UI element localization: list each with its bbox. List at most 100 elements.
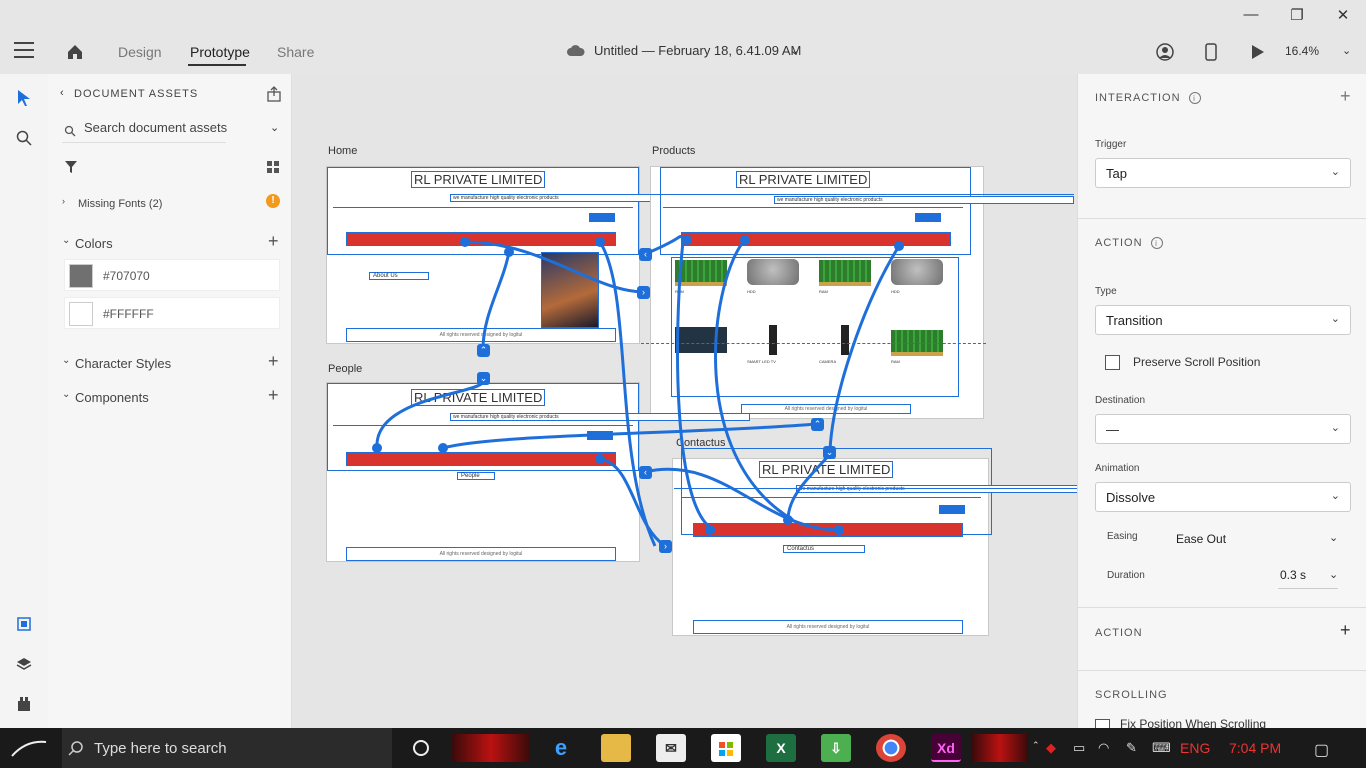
connector-arrow-left-icon[interactable]: ‹: [639, 248, 652, 261]
color-swatch-row[interactable]: #707070: [64, 259, 280, 291]
connector-arrow-up-icon[interactable]: ⌃: [811, 418, 824, 431]
search-assets-input[interactable]: Search document assets: [84, 120, 264, 135]
tagline: we manufacture high quality electronic p…: [774, 196, 1074, 204]
duration-input[interactable]: 0.3 s: [1280, 568, 1306, 582]
preserve-scroll-checkbox[interactable]: [1105, 355, 1120, 370]
search-divider: [62, 142, 226, 143]
play-icon[interactable]: [1251, 44, 1265, 60]
fix-position-checkbox[interactable]: [1095, 719, 1110, 728]
missing-fonts-item[interactable]: Missing Fonts (2): [78, 198, 162, 210]
tab-share[interactable]: Share: [277, 44, 314, 60]
artboard-title: RL PRIVATE LIMITED: [759, 461, 894, 478]
notification-icon[interactable]: ▢: [1314, 740, 1329, 760]
preserve-scroll-label: Preserve Scroll Position: [1133, 355, 1261, 369]
add-color-plus-icon[interactable]: +: [268, 231, 279, 252]
easing-select[interactable]: Ease Out: [1176, 532, 1226, 546]
artboard-title: RL PRIVATE LIMITED: [411, 171, 546, 188]
minimize-icon[interactable]: —: [1236, 6, 1266, 23]
building-image: [541, 252, 599, 328]
type-select[interactable]: Transition ⌄: [1095, 305, 1351, 335]
add-interaction-plus-icon[interactable]: +: [1340, 86, 1351, 107]
info-icon[interactable]: i: [1150, 237, 1163, 250]
info-icon[interactable]: i: [1188, 92, 1201, 105]
mobile-device-icon[interactable]: [1205, 43, 1217, 61]
file-explorer-icon[interactable]: [601, 734, 631, 762]
connector-arrow-down-icon[interactable]: ⌄: [477, 372, 490, 385]
tagline: we manufacture high quality electronic p…: [450, 413, 750, 421]
downloader-icon[interactable]: ⇩: [821, 734, 851, 762]
add-component-plus-icon[interactable]: +: [268, 385, 279, 406]
color-swatch-row[interactable]: #FFFFFF: [64, 297, 280, 329]
connector-arrow-down-icon[interactable]: ⌄: [823, 446, 836, 459]
chevron-right-icon[interactable]: ›: [62, 196, 65, 206]
export-icon[interactable]: [266, 86, 282, 102]
start-logo-icon[interactable]: [10, 736, 50, 760]
tray-chevron-icon[interactable]: ⌃: [1032, 740, 1040, 751]
mail-icon[interactable]: ✉: [656, 734, 686, 762]
artboard-home[interactable]: RL PRIVATE LIMITED we manufacture high q…: [326, 166, 750, 344]
colors-section-title[interactable]: Colors: [75, 236, 113, 251]
adobe-xd-icon[interactable]: Xd: [931, 734, 961, 762]
components-section-title[interactable]: Components: [75, 390, 149, 405]
user-icon[interactable]: [1156, 43, 1174, 61]
excel-icon[interactable]: X: [766, 734, 796, 762]
product-image: [819, 260, 871, 286]
chrome-icon[interactable]: [876, 734, 906, 762]
connector-arrow-right-icon[interactable]: ›: [659, 540, 672, 553]
select-arrow-icon[interactable]: [17, 89, 31, 107]
restore-icon[interactable]: ❐: [1282, 6, 1312, 24]
connector-arrow-left-icon[interactable]: ‹: [639, 466, 652, 479]
rog-tray-icon[interactable]: ◆: [1046, 740, 1056, 756]
design-canvas[interactable]: Home RL PRIVATE LIMITED we manufacture h…: [293, 74, 1077, 728]
wifi-icon[interactable]: ◠: [1098, 740, 1109, 756]
artboard-label-people[interactable]: People: [328, 363, 362, 375]
close-icon[interactable]: ✕: [1328, 6, 1358, 24]
colors-chevron-icon[interactable]: ⌄: [62, 235, 70, 246]
back-chevron-icon[interactable]: ‹: [60, 87, 64, 99]
keyboard-icon[interactable]: ⌨: [1152, 740, 1171, 756]
rog-decoration-icon: [452, 734, 530, 762]
chevron-down-icon[interactable]: ⌄: [1329, 531, 1338, 544]
plugins-icon[interactable]: [16, 696, 32, 712]
search-options-chevron-icon[interactable]: ⌄: [270, 121, 279, 134]
chevron-down-icon[interactable]: ⌄: [1329, 568, 1338, 581]
tab-prototype[interactable]: Prototype: [190, 44, 250, 60]
assets-panel-icon[interactable]: [16, 616, 32, 632]
home-icon[interactable]: [66, 43, 84, 61]
zoom-search-icon[interactable]: [16, 130, 32, 146]
edge-browser-icon[interactable]: e: [546, 734, 576, 762]
document-title[interactable]: Untitled — February 18, 6.41.09 AM: [594, 43, 801, 58]
tab-design[interactable]: Design: [118, 44, 162, 60]
connector-arrow-right-icon[interactable]: ›: [637, 286, 650, 299]
taskbar-search-box[interactable]: Type here to search: [62, 728, 392, 768]
battery-icon[interactable]: ▭: [1073, 740, 1085, 756]
animation-select[interactable]: Dissolve ⌄: [1095, 482, 1351, 512]
artboard-people[interactable]: RL PRIVATE LIMITED we manufacture high q…: [326, 382, 750, 562]
zoom-level[interactable]: 16.4%: [1285, 44, 1319, 58]
animation-label: Animation: [1095, 463, 1140, 474]
clock[interactable]: 7:04 PM: [1229, 740, 1281, 756]
pen-icon[interactable]: ✎: [1126, 740, 1137, 756]
character-styles-section-title[interactable]: Character Styles: [75, 356, 171, 371]
microsoft-store-icon[interactable]: [711, 734, 741, 762]
zoom-chevron-icon[interactable]: ⌄: [1342, 44, 1351, 57]
layers-icon[interactable]: [16, 656, 32, 672]
artboard-label-home[interactable]: Home: [328, 145, 357, 157]
artboard-products[interactable]: RL PRIVATE LIMITED we manufacture high q…: [641, 166, 1074, 419]
grid-view-icon[interactable]: [266, 160, 280, 174]
hamburger-menu-icon[interactable]: [14, 42, 34, 63]
color-hex-label: #FFFFFF: [103, 307, 154, 321]
chevron-down-icon[interactable]: ⌄: [790, 44, 799, 57]
filter-icon[interactable]: [64, 160, 78, 174]
add-action-plus-icon[interactable]: +: [1340, 620, 1351, 641]
artboard-label-products[interactable]: Products: [652, 145, 695, 157]
task-view-icon[interactable]: [413, 740, 429, 756]
connector-arrow-up-icon[interactable]: ⌃: [477, 344, 490, 357]
add-character-style-plus-icon[interactable]: +: [268, 351, 279, 372]
language-indicator[interactable]: ENG: [1180, 740, 1210, 756]
components-chevron-icon[interactable]: ⌄: [62, 389, 70, 400]
character-styles-chevron-icon[interactable]: ⌄: [62, 355, 70, 366]
artboard-contactus[interactable]: RL PRIVATE LIMITED we manufacture high q…: [672, 448, 1077, 636]
trigger-select[interactable]: Tap ⌄: [1095, 158, 1351, 188]
destination-select[interactable]: — ⌄: [1095, 414, 1351, 444]
